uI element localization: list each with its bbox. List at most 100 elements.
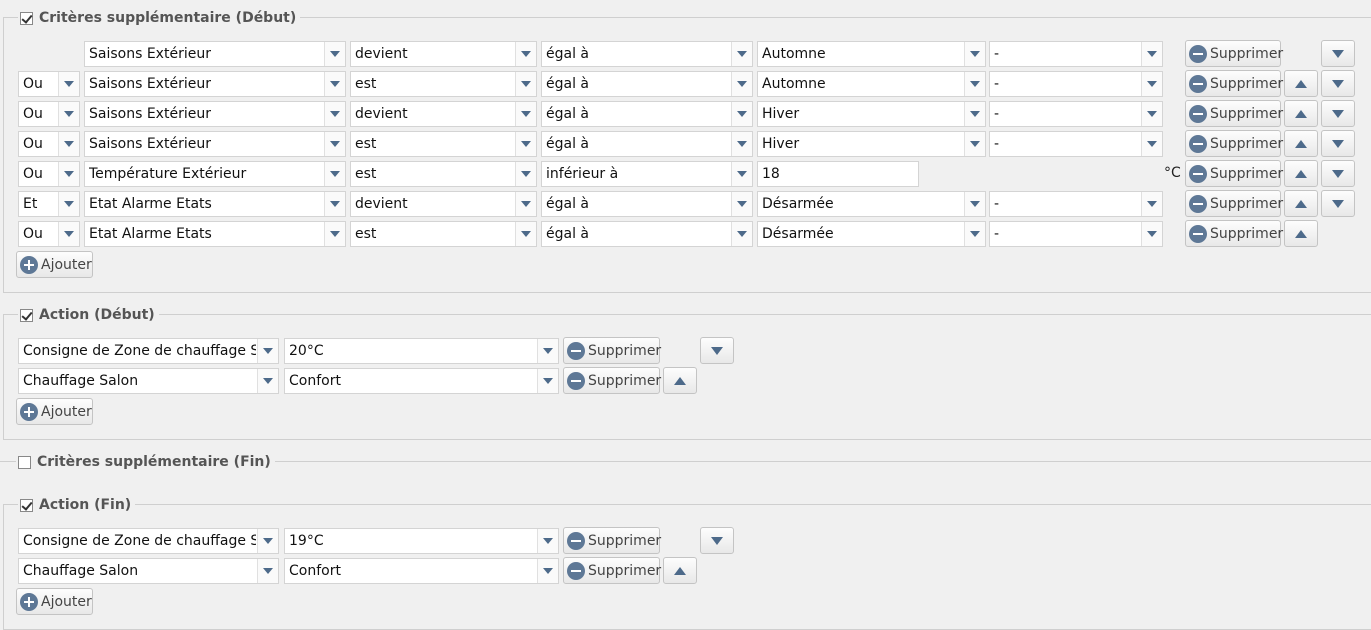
criteria-connector-select[interactable]: Et (18, 191, 80, 217)
arrow-down-icon[interactable] (1321, 40, 1355, 67)
criteria-verb-select[interactable]: est (350, 71, 537, 97)
criteria-verb-select[interactable]: est (350, 131, 537, 157)
criteria-verb-select[interactable]: devient (350, 41, 537, 67)
criteria-remove-button[interactable]: Supprimer (1185, 220, 1283, 247)
criteria-start-add-button[interactable]: Ajouter (16, 251, 93, 278)
criteria-operator-select[interactable]: égal à (541, 41, 753, 67)
action-device-select[interactable]: Consigne de Zone de chauffage Salon (18, 528, 279, 554)
criteria-value-select[interactable]: Désarmée (757, 221, 986, 247)
criteria-verb-select[interactable]: devient (350, 101, 537, 127)
action-device-select[interactable]: Chauffage Salon (18, 558, 279, 584)
criteria-connector-select[interactable]: Ou (18, 161, 80, 187)
criteria-subject-select[interactable]: Saisons Extérieur (84, 101, 346, 127)
criteria-subject-select[interactable]: Saisons Extérieur (84, 131, 346, 157)
chevron-down-icon (537, 339, 558, 363)
arrow-down-icon[interactable] (1321, 190, 1355, 217)
criteria-connector-select[interactable]: Ou (18, 71, 80, 97)
criteria-extra-select[interactable]: - (989, 221, 1163, 247)
criteria-remove-button[interactable]: Supprimer (1185, 130, 1283, 157)
arrow-up-icon[interactable] (663, 367, 697, 394)
criteria-operator-select[interactable]: égal à (541, 221, 753, 247)
criteria-operator-select[interactable]: égal à (541, 71, 753, 97)
arrow-down-icon[interactable] (700, 527, 734, 554)
criteria-subject-select[interactable]: Etat Alarme Etats (84, 221, 346, 247)
criteria-extra-select[interactable]: - (989, 71, 1163, 97)
chevron-down-icon (731, 192, 752, 216)
criteria-operator-select[interactable]: égal à (541, 191, 753, 217)
chevron-down-icon (515, 42, 536, 66)
arrow-up-icon[interactable] (1284, 160, 1318, 187)
criteria-extra-select[interactable]: - (989, 131, 1163, 157)
action-value-select[interactable]: 19°C (284, 528, 559, 554)
arrow-down-icon[interactable] (1321, 70, 1355, 97)
criteria-connector-select[interactable]: Ou (18, 131, 80, 157)
criteria-operator-select[interactable]: égal à (541, 131, 753, 157)
chevron-down-icon (257, 339, 278, 363)
chevron-down-icon (58, 222, 79, 246)
action-remove-button[interactable]: Supprimer (563, 367, 661, 394)
criteria-verb-select[interactable]: devient (350, 191, 537, 217)
arrow-up-icon[interactable] (1284, 100, 1318, 127)
criteria-subject-select[interactable]: Etat Alarme Etats (84, 191, 346, 217)
action-end-checkbox[interactable] (20, 498, 33, 512)
arrow-up-icon[interactable] (663, 557, 697, 584)
criteria-remove-button[interactable]: Supprimer (1185, 40, 1283, 67)
arrow-up-icon[interactable] (1284, 130, 1318, 157)
arrow-down-icon[interactable] (700, 337, 734, 364)
chevron-down-icon (731, 162, 752, 186)
criteria-value-select[interactable]: Hiver (757, 101, 986, 127)
plus-circle-icon (20, 255, 38, 274)
criteria-remove-button[interactable]: Supprimer (1185, 160, 1283, 187)
criteria-subject-select[interactable]: Température Extérieur (84, 161, 346, 187)
action-device-select[interactable]: Chauffage Salon (18, 368, 279, 394)
criteria-remove-button[interactable]: Supprimer (1185, 100, 1283, 127)
action-value-select[interactable]: 20°C (284, 338, 559, 364)
criteria-operator-select[interactable]: inférieur à (541, 161, 753, 187)
criteria-value-input[interactable]: 18 (757, 161, 919, 187)
chevron-down-icon (1141, 72, 1162, 96)
action-remove-button[interactable]: Supprimer (563, 337, 661, 364)
criteria-end-checkbox[interactable] (18, 455, 31, 469)
criteria-extra-select[interactable]: - (989, 41, 1163, 67)
minus-circle-icon (567, 371, 585, 390)
criteria-value-select[interactable]: Hiver (757, 131, 986, 157)
chevron-down-icon (964, 72, 985, 96)
criteria-extra-select[interactable]: - (989, 191, 1163, 217)
criteria-remove-button[interactable]: Supprimer (1185, 70, 1283, 97)
chevron-down-icon (257, 369, 278, 393)
chevron-down-icon (515, 162, 536, 186)
action-device-select[interactable]: Consigne de Zone de chauffage Salon (18, 338, 279, 364)
criteria-start-checkbox[interactable] (20, 11, 33, 25)
action-start-add-button[interactable]: Ajouter (16, 398, 93, 425)
criteria-subject-select[interactable]: Saisons Extérieur (84, 71, 346, 97)
criteria-connector-select[interactable]: Ou (18, 221, 80, 247)
minus-circle-icon (1189, 44, 1207, 63)
chevron-down-icon (1141, 42, 1162, 66)
criteria-operator-select[interactable]: égal à (541, 101, 753, 127)
arrow-down-icon[interactable] (1321, 130, 1355, 157)
action-start-checkbox[interactable] (20, 308, 33, 322)
chevron-down-icon (257, 529, 278, 553)
arrow-up-icon[interactable] (1284, 190, 1318, 217)
action-remove-button[interactable]: Supprimer (563, 557, 661, 584)
action-end-add-button[interactable]: Ajouter (16, 588, 93, 615)
arrow-up-icon[interactable] (1284, 220, 1318, 247)
criteria-start-legend: Critères supplémentaire (Début) (18, 8, 301, 28)
criteria-verb-select[interactable]: est (350, 161, 537, 187)
arrow-down-icon[interactable] (1321, 100, 1355, 127)
action-value-select[interactable]: Confort (284, 558, 559, 584)
action-value-select[interactable]: Confort (284, 368, 559, 394)
criteria-remove-button[interactable]: Supprimer (1185, 190, 1283, 217)
criteria-subject-select[interactable]: Saisons Extérieur (84, 41, 346, 67)
arrow-down-icon[interactable] (1321, 160, 1355, 187)
criteria-verb-select[interactable]: est (350, 221, 537, 247)
criteria-connector-select[interactable]: Ou (18, 101, 80, 127)
criteria-value-select[interactable]: Désarmée (757, 191, 986, 217)
action-remove-button[interactable]: Supprimer (563, 527, 661, 554)
criteria-value-select[interactable]: Automne (757, 41, 986, 67)
temperature-unit: °C (1164, 165, 1181, 181)
criteria-extra-select[interactable]: - (989, 101, 1163, 127)
arrow-up-icon[interactable] (1284, 70, 1318, 97)
criteria-value-select[interactable]: Automne (757, 71, 986, 97)
chevron-down-icon (515, 72, 536, 96)
